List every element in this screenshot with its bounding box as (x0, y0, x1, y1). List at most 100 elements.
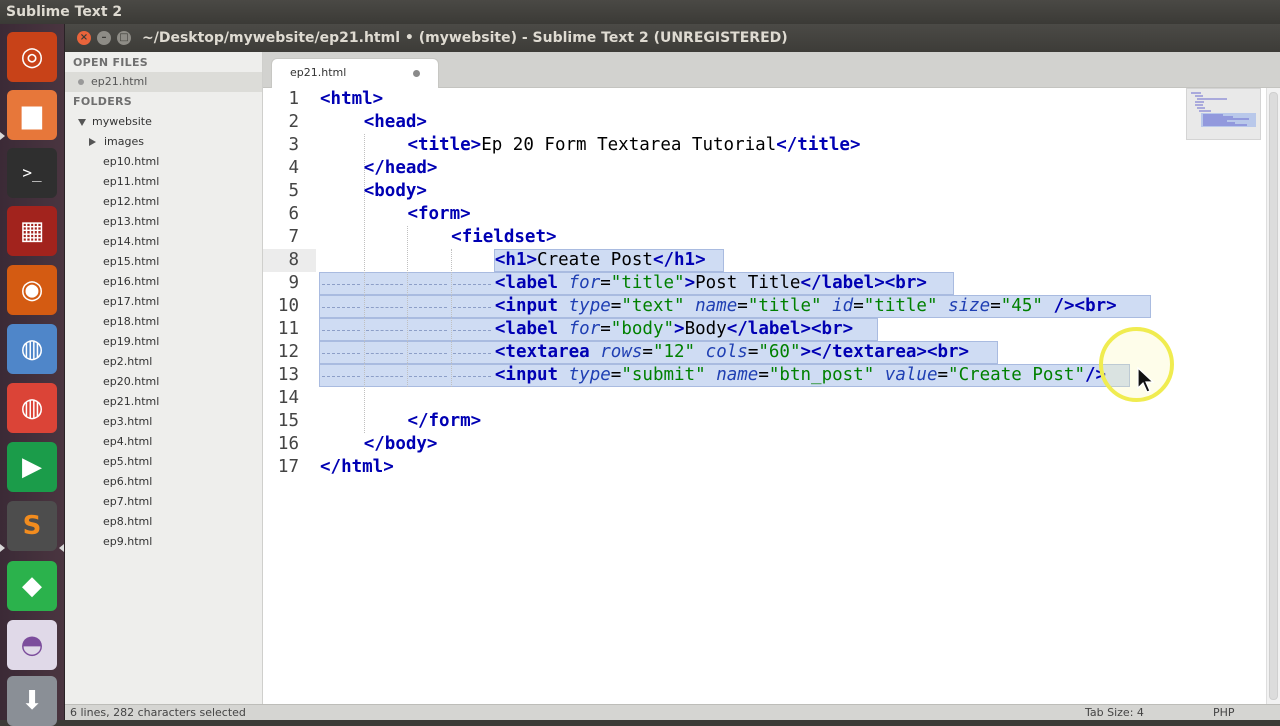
whitespace-marker (453, 330, 491, 331)
unity-launcher: ◎ ▆ >_ ▦ ◉ ◍ ◍ ▶ S ◆ ◓ ⬇ (0, 24, 65, 726)
line-number: 12 (277, 342, 299, 362)
whitespace-marker (453, 307, 491, 308)
code-line[interactable]: <fieldset> (451, 226, 556, 249)
whitespace-marker (322, 284, 360, 285)
file-item[interactable]: ep19.html (103, 332, 159, 352)
launcher-ubuntu-dash-button[interactable]: ◎ (7, 32, 57, 82)
code-token: value (884, 365, 938, 385)
scrollbar-thumb[interactable] (1269, 92, 1278, 700)
file-item[interactable]: ep14.html (103, 232, 159, 252)
code-token: = (610, 296, 622, 316)
code-token: </title> (776, 135, 861, 155)
code-line[interactable]: <label for="body">Body</label><br> (495, 318, 853, 341)
code-line[interactable]: <input type="submit" name="btn_post" val… (495, 364, 1106, 387)
file-item[interactable]: ep20.html (103, 372, 159, 392)
unsaved-dot-icon[interactable] (413, 70, 420, 77)
launcher-workspace-switcher-button[interactable]: ▦ (7, 206, 57, 256)
line-number: 2 (288, 112, 299, 132)
launcher-hangouts-button[interactable]: ▶ (7, 442, 57, 492)
file-item[interactable]: ep4.html (103, 432, 152, 452)
file-item[interactable]: ep6.html (103, 472, 152, 492)
line-number: 15 (277, 411, 299, 431)
folder-images[interactable]: images (89, 132, 144, 152)
file-item[interactable]: ep3.html (103, 412, 152, 432)
line-number: 4 (288, 158, 299, 178)
file-item[interactable]: ep17.html (103, 292, 159, 312)
whitespace-marker (365, 307, 404, 308)
tab-label: ep21.html (290, 66, 347, 79)
file-item[interactable]: ep16.html (103, 272, 159, 292)
launcher-terminal-button[interactable]: >_ (7, 148, 57, 198)
launcher-sublime-text-button[interactable]: S (7, 501, 57, 551)
close-window-button[interactable]: × (77, 31, 91, 45)
file-item[interactable]: ep5.html (103, 452, 152, 472)
files-icon: ▆ (22, 100, 42, 130)
launcher-firefox-button[interactable]: ◉ (7, 265, 57, 315)
indent-guide (407, 226, 409, 387)
maximize-icon: □ (119, 32, 129, 43)
code-token: type (568, 296, 611, 316)
line-number: 7 (288, 227, 299, 247)
launcher-tor-browser-button[interactable]: ◓ (7, 620, 57, 670)
file-item[interactable]: ep7.html (103, 492, 152, 512)
code-line[interactable]: </body> (364, 433, 438, 456)
folder-mywebsite[interactable]: mywebsite (78, 112, 152, 132)
vertical-scrollbar[interactable] (1266, 88, 1280, 704)
code-token: Body (684, 319, 727, 339)
maximize-window-button[interactable]: □ (117, 31, 131, 45)
indent-guide (451, 249, 453, 387)
code-line[interactable]: </form> (407, 410, 481, 433)
open-file-item[interactable]: ep21.html (65, 72, 262, 92)
tab-bar: ep21.html (263, 52, 1280, 88)
code-line[interactable]: <title>Ep 20 Form Textarea Tutorial</tit… (407, 134, 860, 157)
active-app-name: Sublime Text 2 (6, 4, 123, 20)
file-item[interactable]: ep11.html (103, 172, 159, 192)
top-panel: Sublime Text 2 (0, 0, 1280, 24)
code-token: </label><br> (800, 273, 927, 293)
code-token: = (600, 319, 611, 339)
code-line[interactable]: <input type="text" name="title" id="titl… (495, 295, 1117, 318)
whitespace-marker (322, 307, 360, 308)
code-line[interactable]: <label for="title">Post Title</label><br… (495, 272, 927, 295)
launcher-files-button[interactable]: ▆ (7, 90, 57, 140)
code-line[interactable]: <form> (407, 203, 470, 226)
launcher-installer-button[interactable]: ⬇ (7, 676, 57, 726)
firefox-icon: ◉ (20, 275, 44, 305)
file-item[interactable]: ep15.html (103, 252, 159, 272)
file-item[interactable]: ep13.html (103, 212, 159, 232)
code-line[interactable]: <html> (320, 88, 383, 111)
minimize-window-button[interactable]: – (97, 31, 111, 45)
launcher-chrome-button[interactable]: ◍ (7, 383, 57, 433)
launcher-feedly-button[interactable]: ◆ (7, 561, 57, 611)
file-item[interactable]: ep12.html (103, 192, 159, 212)
tab-size-indicator[interactable]: Tab Size: 4 (1085, 705, 1144, 721)
file-item[interactable]: ep2.html (103, 352, 152, 372)
code-line[interactable]: </html> (320, 456, 394, 479)
tab-ep21[interactable]: ep21.html (271, 58, 439, 88)
syntax-indicator[interactable]: PHP (1213, 705, 1235, 721)
mouse-pointer-icon (1137, 366, 1155, 393)
code-token: <input (494, 365, 559, 385)
file-item[interactable]: ep9.html (103, 532, 152, 552)
file-item[interactable]: ep21.html (103, 392, 159, 412)
code-line[interactable]: <head> (364, 111, 427, 134)
file-item[interactable]: ep18.html (103, 312, 159, 332)
code-line[interactable]: <body> (364, 180, 427, 203)
minimap-preview (1191, 92, 1256, 127)
window-titlebar: × – □ ~/Desktop/mywebsite/ep21.html • (m… (65, 24, 1280, 52)
launcher-chromium-button[interactable]: ◍ (7, 324, 57, 374)
code-token: rows (600, 342, 643, 362)
code-token: "submit" (621, 365, 706, 385)
code-line[interactable]: <textarea rows="12" cols="60"></textarea… (495, 341, 969, 364)
minimap[interactable] (1186, 88, 1261, 140)
code-line[interactable]: </head> (364, 157, 438, 180)
file-item[interactable]: ep10.html (103, 152, 159, 172)
file-item[interactable]: ep8.html (103, 512, 152, 532)
code-token: </form> (407, 411, 482, 431)
whitespace-marker (322, 353, 360, 354)
code-line[interactable]: <h1>Create Post</h1> (495, 249, 706, 272)
